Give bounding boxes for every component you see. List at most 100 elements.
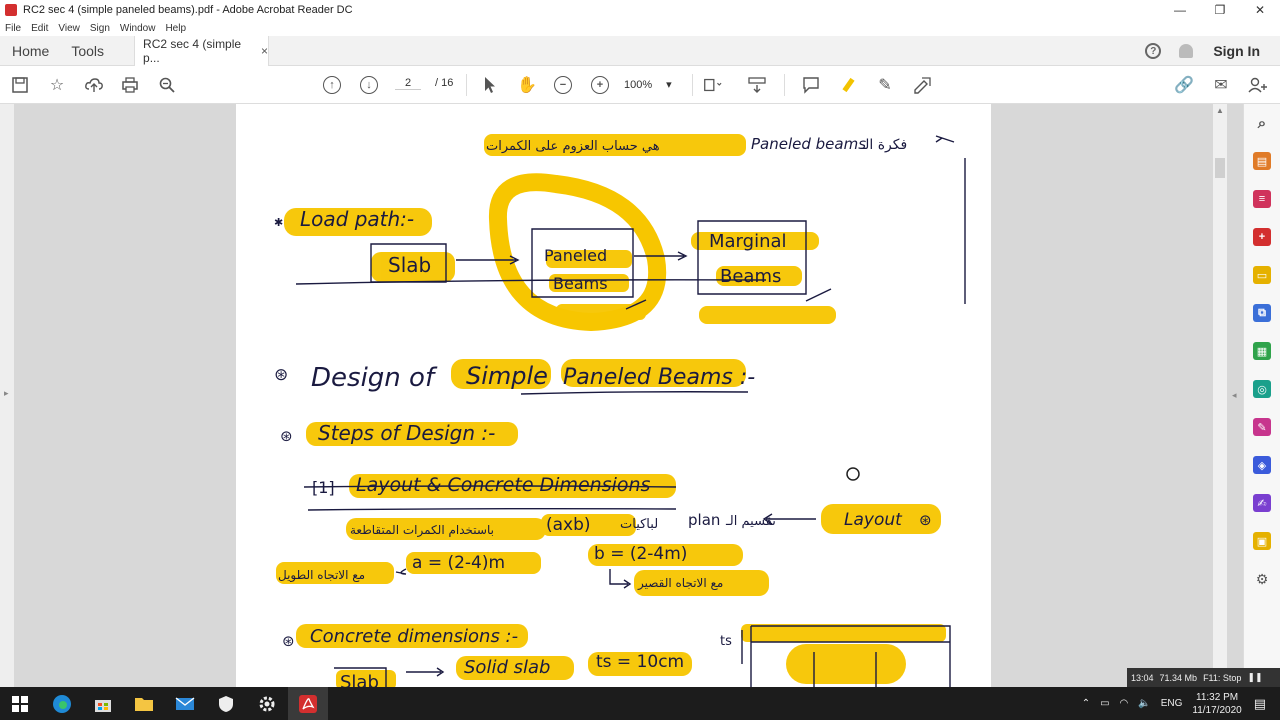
- menu-help[interactable]: Help: [165, 23, 186, 34]
- tab-home[interactable]: Home: [12, 43, 49, 59]
- menu-file[interactable]: File: [5, 23, 21, 34]
- close-tab-icon[interactable]: ×: [261, 44, 268, 58]
- mail-icon[interactable]: [165, 687, 205, 720]
- tab-tools[interactable]: Tools: [71, 43, 104, 59]
- fill-and-sign-icon[interactable]: ✎: [1253, 418, 1271, 436]
- arabic-using-beams-text: باستخدام الكمرات المتقاطعة: [350, 523, 494, 538]
- asterisk-bullet: ✱: [274, 216, 283, 229]
- wifi-icon[interactable]: ◠: [1120, 698, 1129, 709]
- bookmark-star-icon[interactable]: ☆: [47, 75, 67, 95]
- acrobat-app-icon: [5, 4, 17, 16]
- settings-gear-icon[interactable]: [247, 687, 287, 720]
- ts-equation-text: ts = 10cm: [596, 652, 684, 672]
- link-icon[interactable]: 🔗: [1174, 75, 1194, 95]
- collapse-panel-icon[interactable]: ◂: [1232, 390, 1237, 401]
- file-explorer-icon[interactable]: [124, 687, 164, 720]
- tray-overflow-icon[interactable]: ⌃: [1082, 698, 1090, 709]
- marginal-box-label-1: Marginal: [709, 231, 787, 252]
- design-heading-3: Paneled Beams :-: [563, 365, 755, 390]
- slab-label-2: Slab: [340, 672, 379, 687]
- page-total: / 16: [435, 77, 454, 89]
- arabic-moments-text: هي حساب العزوم على الكمرات: [486, 139, 660, 154]
- menu-window[interactable]: Window: [120, 23, 156, 34]
- scroll-mode-icon[interactable]: [747, 75, 767, 95]
- help-icon[interactable]: ?: [1145, 43, 1162, 59]
- a-range-text: a = (2-4)m: [412, 553, 505, 573]
- ts-dimension-label: ts: [720, 634, 732, 649]
- hand-tool-icon[interactable]: ✋: [517, 75, 537, 95]
- create-pdf-icon[interactable]: ≡: [1253, 190, 1271, 208]
- taskbar-clock[interactable]: 11:32 PM 11/17/2020: [1192, 691, 1241, 717]
- maximize-button[interactable]: ❐: [1200, 0, 1240, 20]
- upload-cloud-icon[interactable]: [84, 75, 104, 95]
- scrollbar-thumb[interactable]: [1215, 158, 1225, 178]
- slab-box-label: Slab: [388, 253, 431, 277]
- security-shield-icon[interactable]: [206, 687, 246, 720]
- start-windows-icon[interactable]: [0, 687, 40, 720]
- zoom-dropdown-icon: ▾: [666, 79, 672, 91]
- document-tab-label: RC2 sec 4 (simple p...: [143, 36, 242, 65]
- page-number-input[interactable]: 2: [395, 77, 421, 90]
- organize-pages-icon[interactable]: ▦: [1253, 342, 1271, 360]
- notifications-bell-icon[interactable]: [1179, 44, 1194, 58]
- add-user-icon[interactable]: [1248, 75, 1268, 95]
- tab-document[interactable]: RC2 sec 4 (simple p... ×: [134, 35, 270, 66]
- search-zoom-icon[interactable]: [157, 75, 177, 95]
- save-icon[interactable]: [10, 75, 30, 95]
- draw-pen-icon[interactable]: ✎: [875, 75, 895, 95]
- next-page-icon[interactable]: ↓: [360, 76, 378, 94]
- find-icon[interactable]: ⌕: [1253, 114, 1271, 132]
- vertical-scrollbar[interactable]: ▲: [1213, 104, 1227, 687]
- zoom-in-icon[interactable]: +: [591, 76, 609, 94]
- toolbar-divider: [692, 74, 693, 96]
- system-tray: ⌃ ▭ ◠ 🔈 ENG 11:32 PM 11/17/2020 ▤: [1082, 687, 1280, 720]
- scan-ocr-icon[interactable]: ◎: [1253, 380, 1271, 398]
- comment-tool-icon[interactable]: ▭: [1253, 266, 1271, 284]
- email-icon[interactable]: ✉: [1211, 75, 1231, 95]
- previous-page-icon[interactable]: ↑: [323, 76, 341, 94]
- menu-view[interactable]: View: [58, 23, 80, 34]
- steps-bullet-icon: ⊛: [280, 427, 293, 445]
- export-pdf-icon[interactable]: ▤: [1253, 152, 1271, 170]
- scroll-up-icon[interactable]: ▲: [1216, 106, 1224, 115]
- zoom-out-icon[interactable]: −: [554, 76, 572, 94]
- toolbar-divider: [466, 74, 467, 96]
- send-track-icon[interactable]: ▣: [1253, 532, 1271, 550]
- edit-pdf-icon[interactable]: +: [1253, 228, 1271, 246]
- layout-bullet-icon: ⊛: [919, 511, 932, 529]
- fill-sign-icon[interactable]: [912, 75, 932, 95]
- protect-shield-icon[interactable]: ◈: [1253, 456, 1271, 474]
- recorder-status-overlay: 13:04 71.34 Mb F11: Stop ❚❚: [1127, 668, 1280, 687]
- notifications-icon[interactable]: ▤: [1254, 696, 1266, 712]
- menu-sign[interactable]: Sign: [90, 23, 110, 34]
- input-language[interactable]: ENG: [1161, 698, 1183, 709]
- comment-icon[interactable]: [801, 75, 821, 95]
- expand-left-icon[interactable]: ▸: [4, 388, 9, 399]
- menu-edit[interactable]: Edit: [31, 23, 48, 34]
- plan-text: plan: [688, 511, 720, 529]
- select-cursor-icon[interactable]: [480, 75, 500, 95]
- edge-browser-icon[interactable]: [42, 687, 82, 720]
- battery-icon[interactable]: ▭: [1100, 698, 1109, 709]
- arabic-long-direction-text: مع الاتجاه الطويل: [278, 568, 365, 583]
- arabic-divide-text: تقسيم الـ: [725, 514, 776, 529]
- left-panel-collapsed[interactable]: ▸: [0, 104, 14, 687]
- request-signature-icon[interactable]: ✍: [1253, 494, 1271, 512]
- clock-time: 11:32 PM: [1196, 691, 1239, 703]
- arabic-panels-text: لباكيات: [620, 517, 658, 532]
- page-navigator: 2 / 16: [395, 77, 453, 90]
- minimize-button[interactable]: —: [1160, 0, 1200, 20]
- sign-in-button[interactable]: Sign In: [1213, 43, 1260, 59]
- combine-files-icon[interactable]: ⧉: [1253, 304, 1271, 322]
- store-icon[interactable]: [83, 687, 123, 720]
- right-tools-panel: ◂ ⌕ ▤ ≡ + ▭ ⧉ ▦ ◎ ✎ ◈ ✍ ▣ ⚙: [1232, 104, 1280, 687]
- more-tools-icon[interactable]: ⚙: [1253, 570, 1271, 588]
- volume-icon[interactable]: 🔈: [1138, 698, 1150, 709]
- acrobat-taskbar-icon[interactable]: [288, 687, 328, 720]
- tab-bar: Home Tools RC2 sec 4 (simple p... × ? Si…: [0, 35, 1280, 66]
- highlighter-icon[interactable]: [838, 75, 858, 95]
- zoom-selector[interactable]: 100% ▾: [624, 78, 672, 92]
- print-icon[interactable]: [120, 75, 140, 95]
- close-button[interactable]: ✕: [1240, 0, 1280, 20]
- page-fit-icon[interactable]: [702, 75, 722, 95]
